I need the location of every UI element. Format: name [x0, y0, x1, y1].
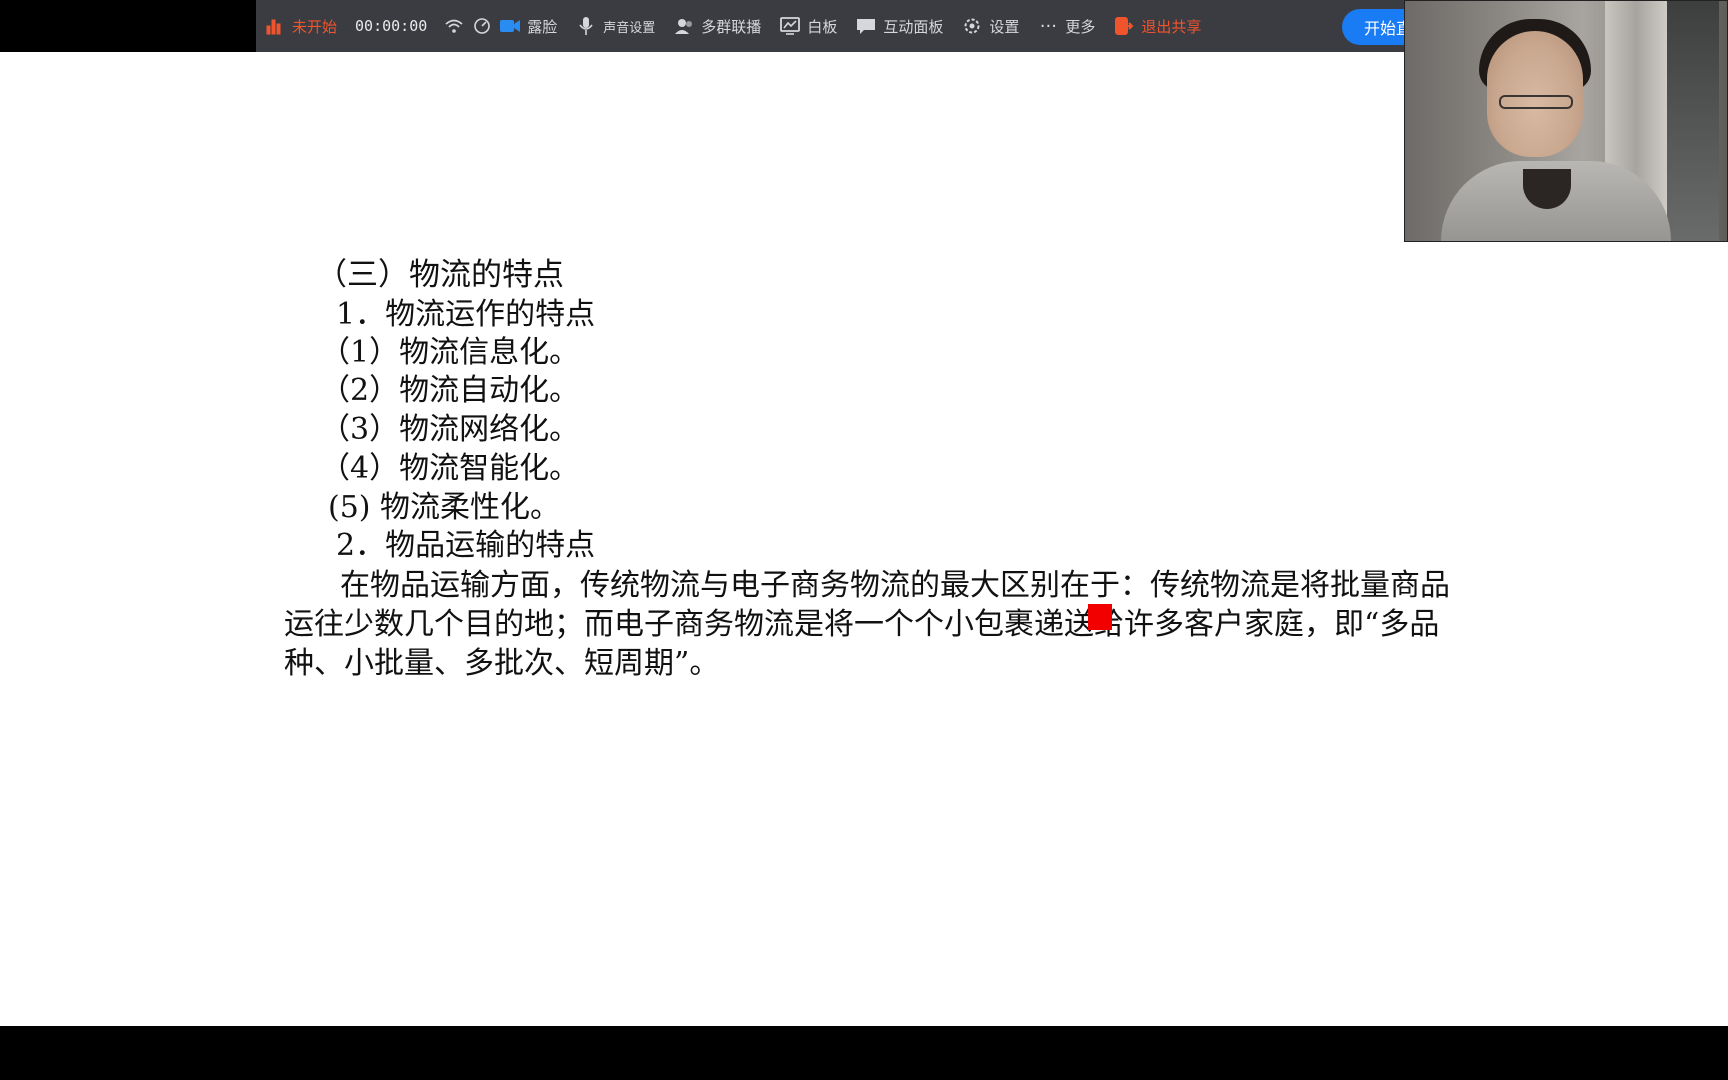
settings-label: 设置: [989, 17, 1020, 36]
list-item: （3）物流网络化。: [320, 412, 580, 447]
sound-settings-button[interactable]: 声音设置: [575, 0, 655, 52]
exit-share-label: 退出共享: [1141, 17, 1202, 36]
chat-icon: [855, 15, 877, 37]
list-item: (5) 物流柔性化。: [328, 490, 561, 525]
timer: 00:00:00: [355, 17, 428, 35]
whiteboard-label: 白板: [807, 17, 838, 36]
speed-icon: [471, 15, 493, 37]
webcam-preview[interactable]: [1404, 0, 1728, 242]
list-item: （2）物流自动化。: [320, 373, 580, 408]
section-title: （三）物流的特点: [316, 257, 564, 293]
multi-group-button[interactable]: 多群联播: [673, 0, 761, 52]
interactive-panel-label: 互动面板: [883, 17, 944, 36]
interactive-panel-button[interactable]: 互动面板: [855, 0, 943, 52]
microphone-icon: [575, 15, 597, 37]
exit-icon: [1113, 15, 1135, 37]
more-label: 更多: [1065, 17, 1096, 36]
wifi-icon: [443, 15, 465, 37]
presenter-glasses: [1499, 95, 1573, 109]
people-icon: [673, 15, 695, 37]
cam-window: [1661, 1, 1719, 241]
body-paragraph-text: 在物品运输方面，传统物流与电子商务物流的最大区别在于：传统物流是将批量商品运往少…: [284, 568, 1450, 681]
more-dots-icon: ···: [1039, 15, 1057, 37]
exit-share-button[interactable]: 退出共享: [1113, 0, 1201, 52]
body-paragraph: 在物品运输方面，传统物流与电子商务物流的最大区别在于：传统物流是将批量商品运往少…: [284, 566, 1474, 683]
settings-button[interactable]: 设置: [961, 0, 1019, 52]
camera-button[interactable]: 露脸: [499, 0, 557, 52]
live-status-label: 未开始: [292, 17, 338, 36]
camera-label: 露脸: [527, 17, 558, 36]
sound-settings-label: 声音设置: [603, 20, 656, 36]
whiteboard-icon: [779, 15, 801, 37]
presenter-face: [1487, 31, 1583, 157]
bar-chart-icon: [264, 15, 286, 37]
more-button[interactable]: ··· 更多: [1037, 0, 1096, 52]
live-status[interactable]: 未开始: [264, 0, 337, 52]
letterbox-top-left: [0, 0, 256, 52]
subheading-1: 1．物流运作的特点: [336, 297, 596, 332]
whiteboard-button[interactable]: 白板: [779, 0, 837, 52]
list-item: （1）物流信息化。: [320, 335, 580, 370]
letterbox-bottom: [0, 1026, 1728, 1080]
laser-pointer: [1088, 604, 1112, 630]
gear-icon: [961, 15, 983, 37]
list-item: （4）物流智能化。: [320, 451, 580, 486]
multi-group-label: 多群联播: [701, 17, 762, 36]
video-camera-icon: [499, 15, 521, 37]
subheading-2: 2．物品运输的特点: [336, 528, 596, 563]
meeting-toolbar: 未开始 00:00:00 露脸 声音设置 多群联播 白板 互动面板 设置 ···…: [256, 0, 1408, 52]
